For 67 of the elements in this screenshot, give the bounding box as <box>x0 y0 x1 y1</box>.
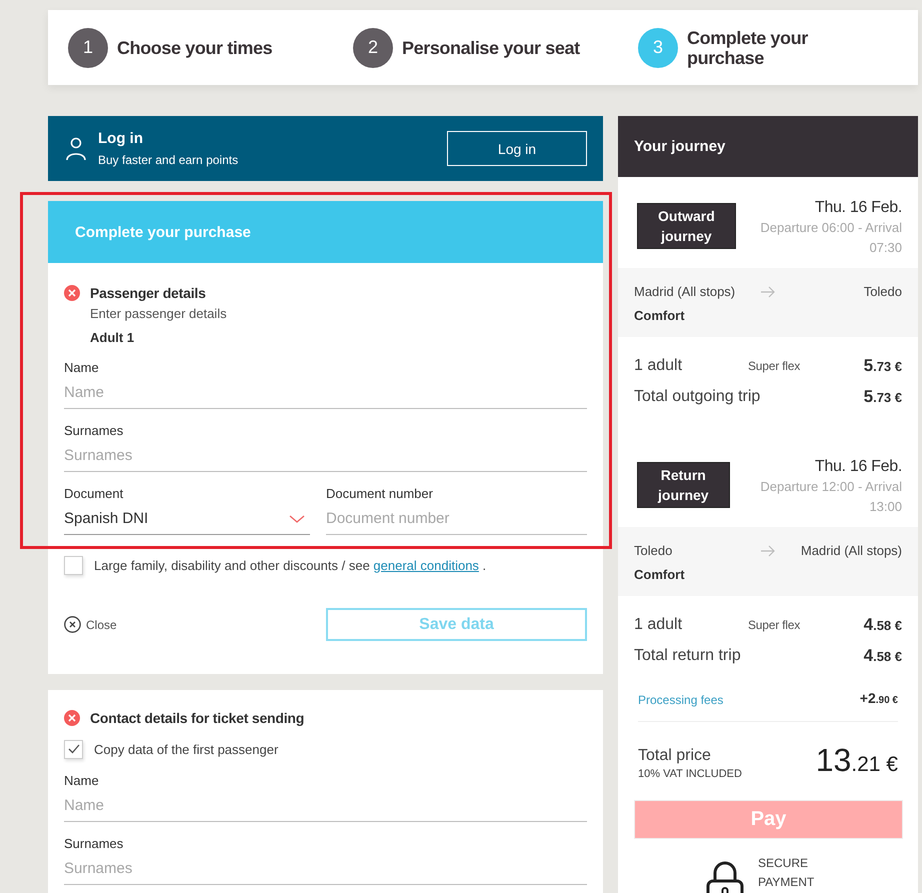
trip-total-label: Total outgoing trip <box>634 387 762 407</box>
section-title: Contact details for ticket sending <box>90 710 304 726</box>
fees-label: Processing fees <box>638 692 724 708</box>
field-label: Document number <box>326 485 434 503</box>
text-field[interactable]: Name <box>64 790 587 822</box>
journey-header: Your journey <box>618 116 918 177</box>
journey-date: Thu. 16 Feb. <box>814 457 902 477</box>
text-field[interactable]: Surnames <box>64 440 587 472</box>
passenger-label: Adult 1 <box>90 329 136 347</box>
price: 4.58 € <box>864 646 902 666</box>
journey-badge: Outward journey <box>637 203 736 249</box>
fare-name: Super flex <box>748 618 802 632</box>
step-number: 3 <box>638 28 678 68</box>
vat-note: 10% VAT INCLUDED <box>638 766 742 782</box>
close-button[interactable]: Close <box>64 616 117 633</box>
station-name: Toledo <box>862 283 902 301</box>
step-number: 1 <box>68 28 108 68</box>
step-label: Complete your purchase <box>687 28 809 68</box>
close-icon <box>64 616 81 633</box>
station-name: Madrid (All stops) <box>634 283 736 301</box>
journey-times: Departure 12:00 - Arrival 13:00 <box>759 478 902 516</box>
checkbox[interactable] <box>64 740 83 758</box>
journey-badge: Return journey <box>637 462 730 508</box>
price: 4.58 € <box>864 615 902 635</box>
chevron-down-icon <box>289 514 305 522</box>
arrow-right-icon <box>761 286 775 298</box>
text-field[interactable]: Surnames <box>64 853 587 885</box>
field-label: Name <box>64 772 100 790</box>
journey-times: Departure 06:00 - Arrival 07:30 <box>759 219 902 257</box>
arrow-right-icon <box>761 545 775 557</box>
tick-icon <box>68 744 80 754</box>
price: 5.73 € <box>864 356 902 376</box>
journey-date: Thu. 16 Feb. <box>814 198 902 218</box>
copy-data-label: Copy data of the first passenger <box>94 742 278 756</box>
price: +2.90 € <box>860 689 898 708</box>
login-button[interactable]: Log in <box>447 131 587 166</box>
field-label: Name <box>64 359 100 377</box>
secure-payment-label: SECURE PAYMENT <box>758 855 816 891</box>
login-title: Log in <box>98 129 144 149</box>
step-label: Personalise your seat <box>402 38 580 58</box>
fare-class: Comfort <box>634 566 686 584</box>
field-label: Surnames <box>64 422 124 440</box>
field-label: Document <box>64 485 124 503</box>
select-field[interactable]: Spanish DNI <box>64 503 310 535</box>
text-field[interactable]: Document number <box>326 503 587 535</box>
section-title: Passenger details <box>90 285 206 301</box>
price: 5.73 € <box>864 387 902 407</box>
station-name: Toledo <box>634 542 674 560</box>
section-hint: Enter passenger details <box>90 305 228 323</box>
passenger-count: 1 adult <box>634 356 684 376</box>
discount-label: Large family, disability and other discounts / see general conditions . <box>94 558 486 572</box>
fare-class: Comfort <box>634 307 686 325</box>
checkbox[interactable] <box>64 556 83 574</box>
text-field[interactable]: Name <box>64 377 587 409</box>
step-number: 2 <box>353 28 393 68</box>
total-price: 13.21 € <box>816 742 898 780</box>
total-label: Total price <box>638 746 712 766</box>
station-name: Madrid (All stops) <box>800 542 902 560</box>
form-header: Complete your purchase <box>48 201 603 263</box>
fare-name: Super flex <box>748 359 802 373</box>
step-label: Choose your times <box>117 38 272 58</box>
field-label: Surnames <box>64 835 124 853</box>
user-icon <box>66 136 86 160</box>
trip-total-label: Total return trip <box>634 646 742 666</box>
general-conditions-link[interactable]: general conditions <box>373 558 479 572</box>
login-subtitle: Buy faster and earn points <box>98 152 238 168</box>
passenger-count: 1 adult <box>634 615 684 635</box>
